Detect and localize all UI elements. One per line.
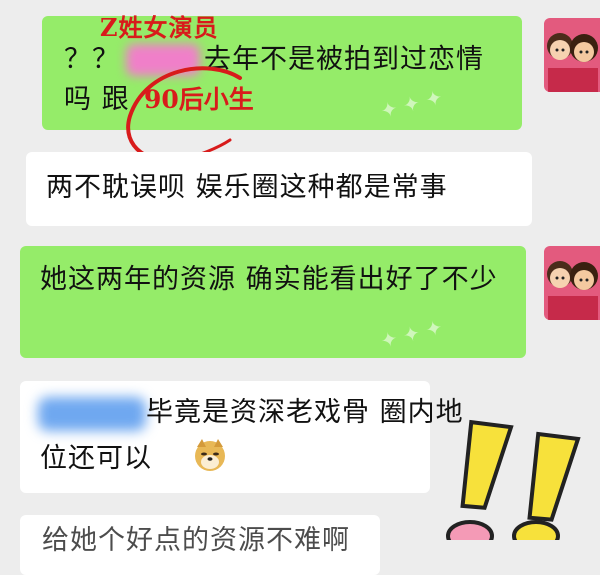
exclamation-sticker-icon xyxy=(446,419,581,540)
message-4-line-1: 毕竟是资深老戏骨 圈内地 xyxy=(146,397,464,428)
doge-emoji-icon xyxy=(195,439,225,471)
redaction-blur xyxy=(38,397,146,431)
message-1-prefix: ？？ xyxy=(64,44,120,75)
message-3-text: 她这两年的资源 确实能看出好了不少 xyxy=(40,264,498,295)
message-bubble-4[interactable]: 毕竟是资深老戏骨 圈内地 位还可以 xyxy=(20,381,463,493)
annotation-title: Z姓女演员 xyxy=(100,13,219,42)
message-bubble-3[interactable]: 她这两年的资源 确实能看出好了不少 xyxy=(20,246,526,358)
message-4-line-2: 位还可以 xyxy=(40,443,152,474)
message-5-text: 给她个好点的资源不难啊 xyxy=(42,525,350,556)
avatar-cartoon-icon xyxy=(544,246,600,320)
message-2-text: 两不耽误呗 娱乐圈这种都是常事 xyxy=(46,172,448,203)
message-bubble-1[interactable]: ？？ 去年不是被拍到过恋情 吗 跟 Z姓女演员 90后小生 xyxy=(42,13,522,164)
avatar[interactable] xyxy=(544,18,600,92)
avatar[interactable] xyxy=(544,246,600,320)
message-bubble-2[interactable]: 两不耽误呗 娱乐圈这种都是常事 xyxy=(26,152,532,226)
avatar-cartoon-icon xyxy=(544,18,600,92)
message-bubble-5[interactable]: 给她个好点的资源不难啊 xyxy=(20,515,380,575)
